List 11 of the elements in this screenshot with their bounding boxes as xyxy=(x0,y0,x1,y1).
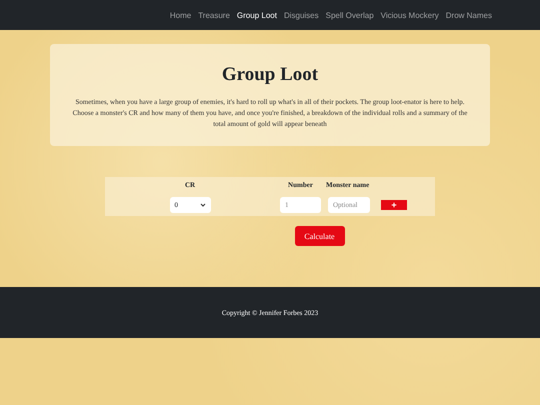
nav-link[interactable]: Home xyxy=(170,10,192,20)
nav-link[interactable]: Disguises xyxy=(284,10,319,20)
add-button[interactable]: + xyxy=(381,200,407,210)
nav-link[interactable]: Drow Names xyxy=(446,10,492,20)
page-title: Group Loot xyxy=(222,64,318,86)
chevron-icon xyxy=(200,202,206,206)
nav-link[interactable]: Spell Overlap xyxy=(326,10,374,20)
nav-link[interactable]: Treasure xyxy=(198,10,230,20)
calculate-button[interactable]: Calculate xyxy=(294,226,344,246)
nav-link[interactable]: Vicious Mockery xyxy=(380,10,439,20)
nav-link[interactable]: Group Loot xyxy=(236,10,277,20)
